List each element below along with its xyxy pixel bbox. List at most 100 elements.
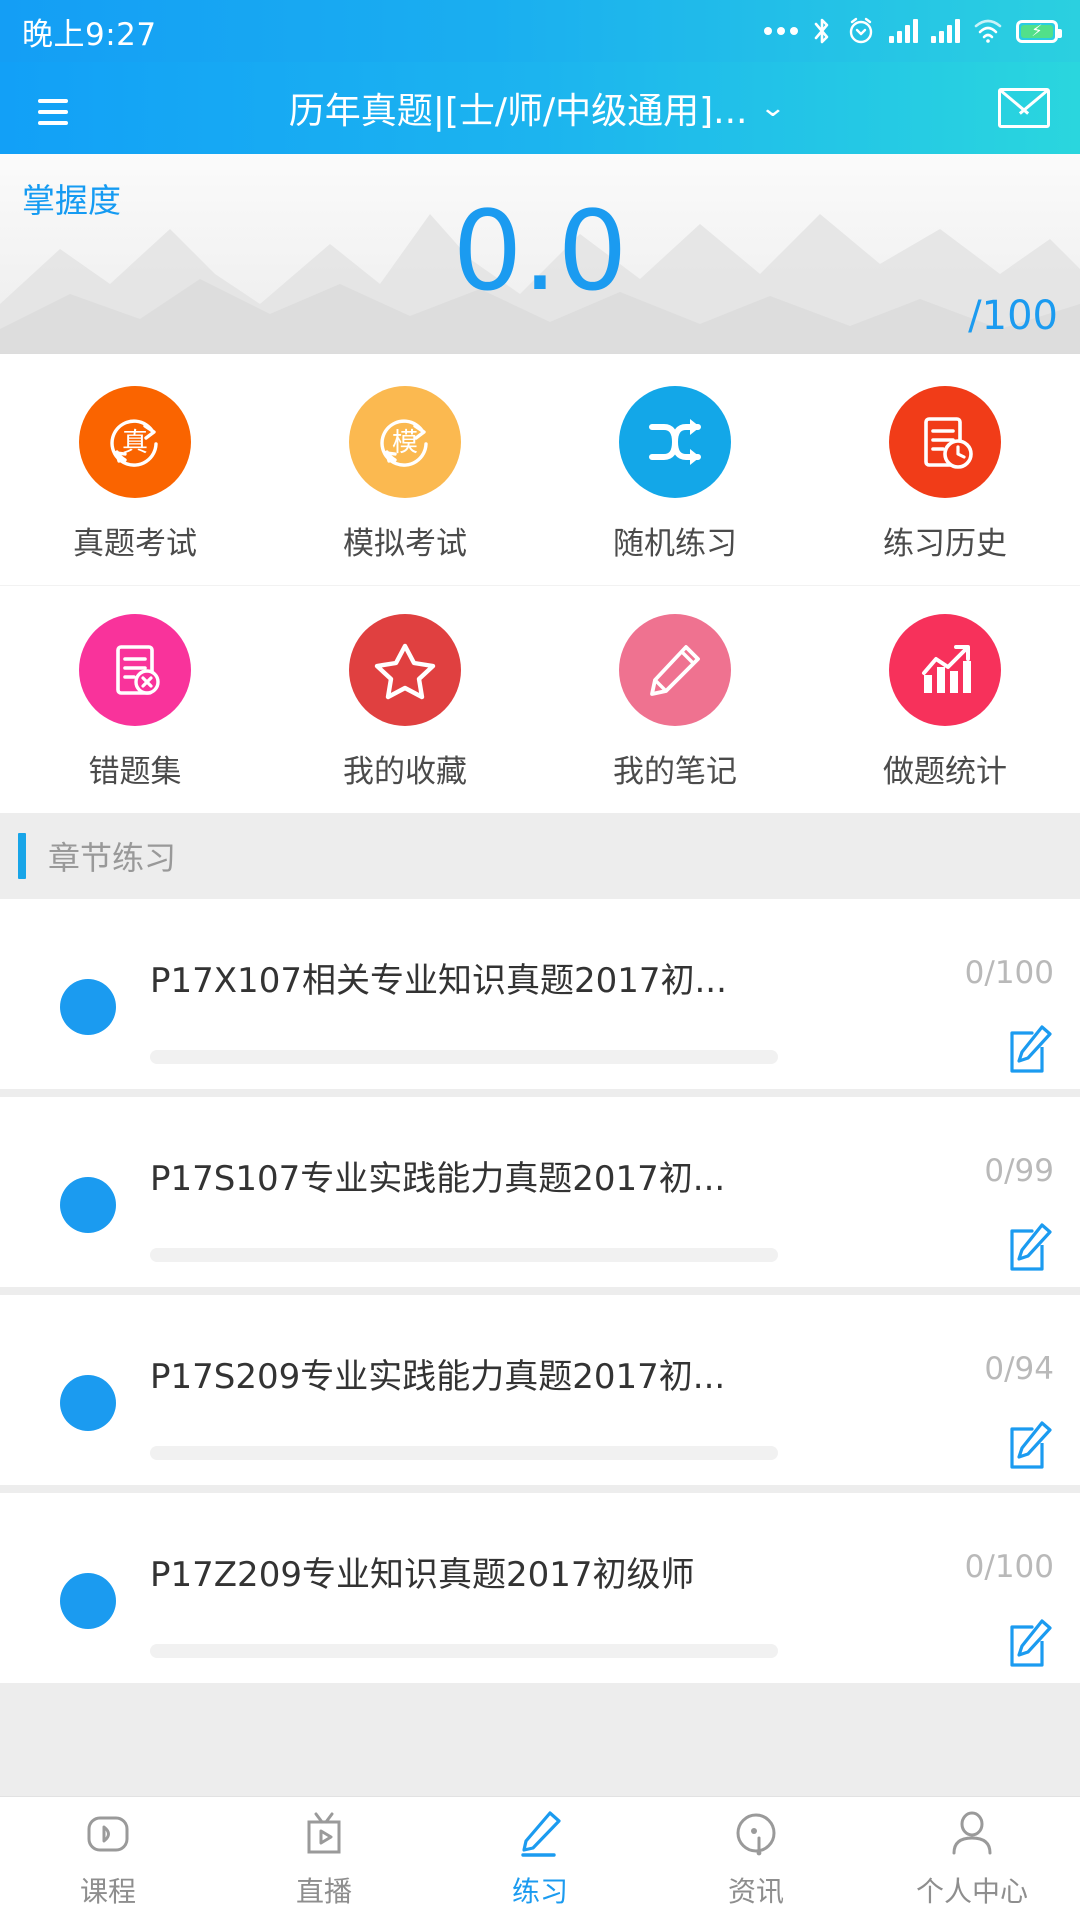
- tab-live[interactable]: 直播: [216, 1808, 432, 1910]
- progress-bar: [150, 1644, 778, 1658]
- list-item-title: P17S209专业实践能力真题2017初...: [150, 1357, 726, 1397]
- grid-item-label: 练习历史: [883, 526, 1007, 562]
- mail-icon[interactable]: [998, 88, 1050, 128]
- tab-label: 直播: [295, 1874, 352, 1908]
- grid-item-label: 我的收藏: [343, 754, 467, 790]
- status-icon-group: ⚡: [764, 16, 1062, 46]
- list-item-meta: 0/100: [884, 1545, 1054, 1673]
- signal-icon: [889, 19, 918, 43]
- grid-item-mock-exam[interactable]: 模 模拟考试: [270, 358, 540, 585]
- grid-item-practice-history[interactable]: 练习历史: [810, 358, 1080, 585]
- tab-label: 个人中心: [915, 1874, 1028, 1908]
- alarm-icon: [849, 17, 873, 44]
- wifi-icon: [974, 19, 1002, 43]
- feature-grid-row: 错题集 我的收藏 我的笔记 做题统计: [0, 585, 1080, 813]
- list-item-meta: 0/99: [884, 1149, 1054, 1277]
- status-time: 晚上9:27: [22, 16, 157, 53]
- section-title: 章节练习: [48, 839, 177, 877]
- grid-item-label: 模拟考试: [343, 526, 467, 562]
- page-title: 历年真题|[士/师/中级通用]...: [288, 91, 748, 132]
- list-item-meta: 0/100: [884, 951, 1054, 1079]
- star-icon: [349, 614, 461, 726]
- grid-item-statistics[interactable]: 做题统计: [810, 586, 1080, 813]
- list-item[interactable]: P17Z209专业知识真题2017初级师 0/100: [0, 1493, 1080, 1683]
- svg-text:真: 真: [122, 428, 148, 458]
- grid-item-random-practice[interactable]: 随机练习: [540, 358, 810, 585]
- chevron-down-icon: ⌄: [758, 93, 787, 123]
- feature-grid-row: 真 真题考试 模 模拟考试 随机练习 练习历史: [0, 358, 1080, 585]
- question-count: 0/100: [964, 1549, 1054, 1585]
- list-item-body: P17X107相关专业知识真题2017初...: [150, 951, 884, 1064]
- real-exam-icon: 真: [79, 386, 191, 498]
- tab-news[interactable]: 资讯: [648, 1808, 864, 1910]
- tab-label: 课程: [79, 1874, 136, 1908]
- user-profile-icon: [952, 1811, 992, 1854]
- tab-profile[interactable]: 个人中心: [864, 1808, 1080, 1910]
- live-tv-icon: [307, 1812, 341, 1853]
- status-dot-icon: [60, 979, 116, 1035]
- app-bar: 历年真题|[士/师/中级通用]... ⌄: [0, 62, 1080, 154]
- status-dot-icon: [60, 1177, 116, 1233]
- progress-bar: [150, 1248, 778, 1262]
- history-record-icon: [889, 386, 1001, 498]
- question-count: 0/94: [984, 1351, 1054, 1387]
- edit-icon[interactable]: [1008, 1421, 1054, 1475]
- grid-item-label: 真题考试: [73, 526, 197, 562]
- grid-item-label: 随机练习: [613, 526, 737, 562]
- list-item-meta: 0/94: [884, 1347, 1054, 1475]
- progress-bar: [150, 1446, 778, 1460]
- status-bar: 晚上9:27 ⚡: [0, 0, 1080, 62]
- hamburger-menu-icon[interactable]: [30, 92, 74, 125]
- grid-item-notes[interactable]: 我的笔记: [540, 586, 810, 813]
- feature-grid: 真 真题考试 模 模拟考试 随机练习 练习历史 错题集 我的收藏 我的笔记 做题…: [0, 354, 1080, 813]
- chapter-practice-list[interactable]: P17X107相关专业知识真题2017初... 0/100 P17S107专业实…: [0, 899, 1080, 1796]
- progress-bar: [150, 1050, 778, 1064]
- list-item-body: P17S107专业实践能力真题2017初...: [150, 1149, 884, 1262]
- mastery-score: 0.0: [452, 187, 628, 315]
- practice-pencil-icon: [521, 1810, 561, 1857]
- course-play-icon: [87, 1816, 129, 1851]
- grid-item-real-exam[interactable]: 真 真题考试: [0, 358, 270, 585]
- tab-course[interactable]: 课程: [0, 1808, 216, 1910]
- edit-icon[interactable]: [1008, 1619, 1054, 1673]
- question-count: 0/100: [964, 955, 1054, 991]
- list-item-body: P17Z209专业知识真题2017初级师: [150, 1545, 884, 1658]
- tab-label: 资讯: [727, 1874, 784, 1908]
- grid-item-label: 错题集: [88, 754, 182, 790]
- svg-text:模: 模: [392, 428, 418, 458]
- edit-icon[interactable]: [1008, 1025, 1054, 1079]
- tab-label: 练习: [511, 1874, 568, 1908]
- tab-practice[interactable]: 练习: [432, 1808, 648, 1910]
- grid-item-label: 做题统计: [883, 754, 1007, 790]
- list-item[interactable]: P17X107相关专业知识真题2017初... 0/100: [0, 899, 1080, 1089]
- shuffle-icon: [619, 386, 731, 498]
- news-icon: [736, 1813, 776, 1855]
- pencil-note-icon: [619, 614, 731, 726]
- section-accent-bar: [18, 833, 26, 879]
- grid-item-label: 我的笔记: [613, 754, 737, 790]
- list-item-body: P17S209专业实践能力真题2017初...: [150, 1347, 884, 1460]
- mastery-max: /100: [968, 293, 1058, 339]
- wrong-question-icon: [79, 614, 191, 726]
- signal-icon: [931, 19, 960, 43]
- list-item-title: P17Z209专业知识真题2017初级师: [150, 1555, 695, 1595]
- list-item[interactable]: P17S107专业实践能力真题2017初... 0/99: [0, 1097, 1080, 1287]
- bottom-tab-bar: 课程 直播 练习 资讯 个人中心: [0, 1796, 1080, 1920]
- app-screen: 晚上9:27 ⚡ 历年真题|[士/师/中级通用]... ⌄ 掌握度 0.0 /1…: [0, 0, 1080, 1920]
- question-count: 0/99: [984, 1153, 1054, 1189]
- bluetooth-icon: [814, 18, 829, 44]
- status-dot-icon: [60, 1573, 116, 1629]
- list-item-title: P17S107专业实践能力真题2017初...: [150, 1159, 726, 1199]
- mock-exam-icon: 模: [349, 386, 461, 498]
- list-item-title: P17X107相关专业知识真题2017初...: [150, 961, 727, 1001]
- title-dropdown[interactable]: 历年真题|[士/师/中级通用]... ⌄: [74, 82, 998, 134]
- status-dot-icon: [60, 1375, 116, 1431]
- grid-item-favorites[interactable]: 我的收藏: [270, 586, 540, 813]
- section-header-chapter-practice: 章节练习: [0, 813, 1080, 899]
- statistics-chart-icon: [889, 614, 1001, 726]
- mastery-banner: 掌握度 0.0 /100: [0, 154, 1080, 354]
- more-dots-icon: [764, 27, 798, 35]
- edit-icon[interactable]: [1008, 1223, 1054, 1277]
- list-item[interactable]: P17S209专业实践能力真题2017初... 0/94: [0, 1295, 1080, 1485]
- grid-item-wrong-questions[interactable]: 错题集: [0, 586, 270, 813]
